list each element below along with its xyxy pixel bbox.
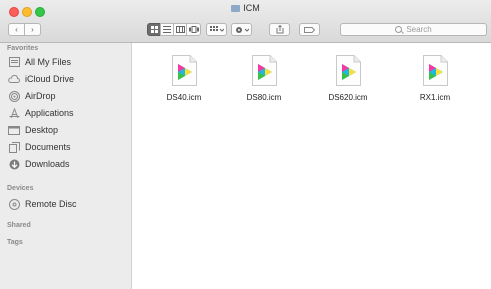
sidebar-item-label: All My Files xyxy=(25,57,72,67)
cloud-icon xyxy=(8,73,20,85)
file-item[interactable]: DS80.icm xyxy=(229,55,299,102)
toolbar: ICM ‹ › Search xyxy=(0,0,491,43)
column-view-icon xyxy=(175,26,185,33)
all-files-icon xyxy=(8,56,20,68)
share-button[interactable] xyxy=(269,23,290,36)
cover-flow-icon xyxy=(188,26,199,33)
devices-header: Devices xyxy=(7,185,34,192)
sidebar-item-label: Documents xyxy=(25,142,71,152)
search-field[interactable]: Search xyxy=(340,23,487,36)
sidebar-item-downloads[interactable]: Downloads xyxy=(8,157,128,171)
list-view-button[interactable] xyxy=(160,23,174,36)
downloads-icon xyxy=(8,158,20,170)
sidebar-item-remote-disc[interactable]: Remote Disc xyxy=(8,197,128,211)
sidebar-item-icloud-drive[interactable]: iCloud Drive xyxy=(8,72,128,86)
cover-flow-view-button[interactable] xyxy=(186,23,201,36)
sidebar-item-all-my-files[interactable]: All My Files xyxy=(8,55,128,69)
file-item[interactable]: RX1.icm xyxy=(400,55,470,102)
file-name: DS40.icm xyxy=(166,93,202,102)
gear-icon xyxy=(235,26,249,33)
back-button[interactable]: ‹ xyxy=(8,23,25,36)
search-icon xyxy=(395,26,403,33)
sidebar-item-label: Downloads xyxy=(25,159,70,169)
sidebar-item-label: iCloud Drive xyxy=(25,74,75,84)
desktop-icon xyxy=(8,124,20,136)
column-view-button[interactable] xyxy=(173,23,187,36)
forward-arrow-icon: › xyxy=(31,25,34,34)
sidebar-item-label: Desktop xyxy=(25,125,59,135)
tags-button[interactable] xyxy=(299,23,320,36)
sidebar: Favorites All My Files iCloud Drive AirD… xyxy=(0,43,132,289)
sidebar-item-desktop[interactable]: Desktop xyxy=(8,123,128,137)
file-item[interactable]: DS620.icm xyxy=(313,55,383,102)
icon-view-button[interactable] xyxy=(147,23,161,36)
action-button[interactable] xyxy=(231,23,252,36)
arrange-button[interactable] xyxy=(206,23,227,36)
back-arrow-icon: ‹ xyxy=(15,25,18,34)
file-area: DS40.icm DS80.icm DS620.icm RX1.icm xyxy=(132,43,491,289)
arrange-grid-icon xyxy=(209,26,224,32)
finder-window: ICM ‹ › Search Favorites All My Files iC… xyxy=(0,0,491,289)
documents-icon xyxy=(8,141,20,153)
list-view-icon xyxy=(163,26,171,33)
color-profile-icon xyxy=(422,55,448,86)
sidebar-item-label: Remote Disc xyxy=(25,199,77,209)
folder-icon xyxy=(231,5,241,12)
search-placeholder: Search xyxy=(406,25,432,34)
forward-button[interactable]: › xyxy=(24,23,41,36)
applications-icon xyxy=(8,107,20,119)
tag-icon xyxy=(304,26,315,33)
sidebar-item-label: AirDrop xyxy=(25,91,56,101)
file-item[interactable]: DS40.icm xyxy=(149,55,219,102)
tags-header: Tags xyxy=(7,239,23,246)
sidebar-item-applications[interactable]: Applications xyxy=(8,106,128,120)
window-title: ICM xyxy=(0,3,491,13)
favorites-header: Favorites xyxy=(7,45,39,52)
file-name: RX1.icm xyxy=(419,93,451,102)
icon-view-icon xyxy=(150,26,158,33)
file-name: DS80.icm xyxy=(246,93,282,102)
airdrop-icon xyxy=(8,90,20,102)
shared-header: Shared xyxy=(7,222,31,229)
sidebar-item-documents[interactable]: Documents xyxy=(8,140,128,154)
file-name: DS620.icm xyxy=(328,93,368,102)
window-title-text: ICM xyxy=(243,3,260,13)
sidebar-item-label: Applications xyxy=(25,108,74,118)
sidebar-item-airdrop[interactable]: AirDrop xyxy=(8,89,128,103)
share-icon xyxy=(276,25,283,34)
color-profile-icon xyxy=(251,55,277,86)
disc-icon xyxy=(8,198,20,210)
color-profile-icon xyxy=(171,55,197,86)
color-profile-icon xyxy=(335,55,361,86)
